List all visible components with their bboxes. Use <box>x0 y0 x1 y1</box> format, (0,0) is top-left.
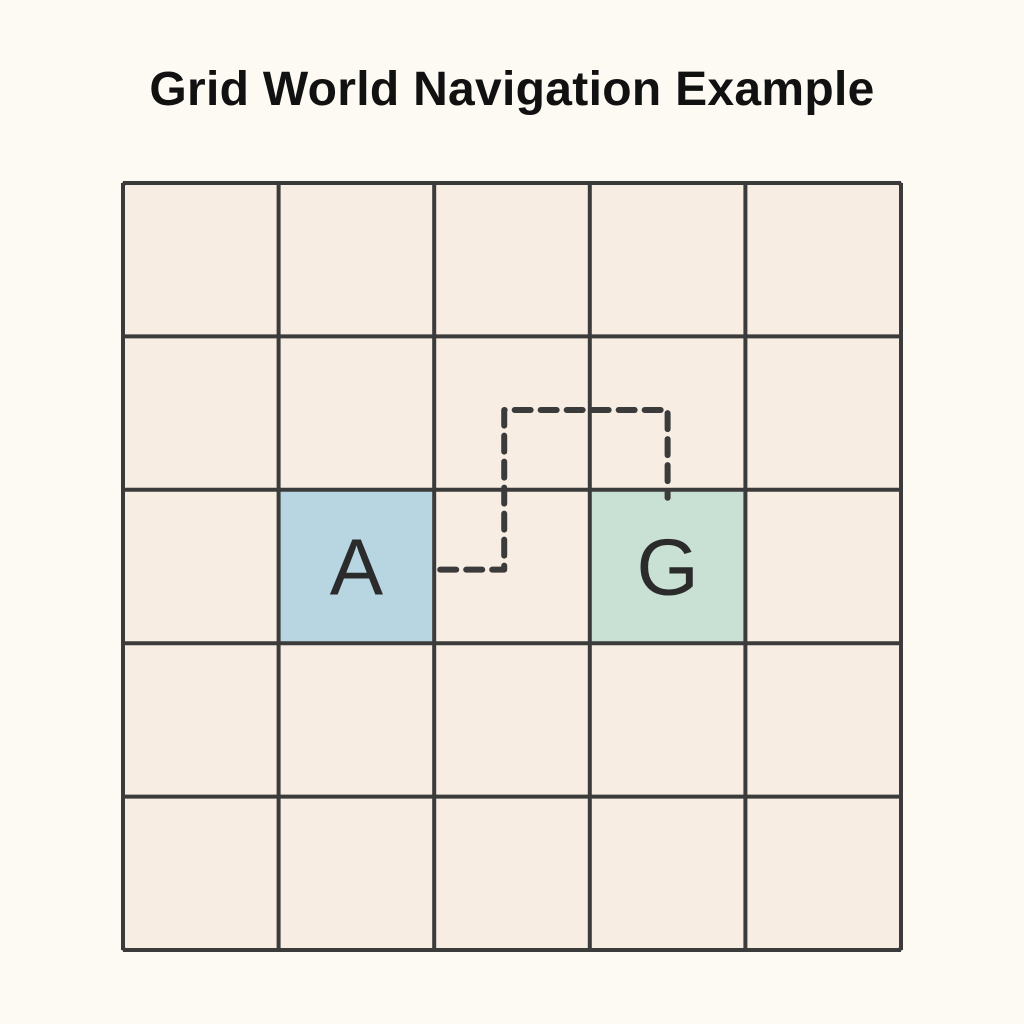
goal-label: G <box>636 523 698 612</box>
grid-cells <box>123 183 901 950</box>
grid-world-diagram: AG <box>121 181 903 952</box>
grid-background <box>123 183 901 950</box>
agent-label: A <box>330 523 384 612</box>
